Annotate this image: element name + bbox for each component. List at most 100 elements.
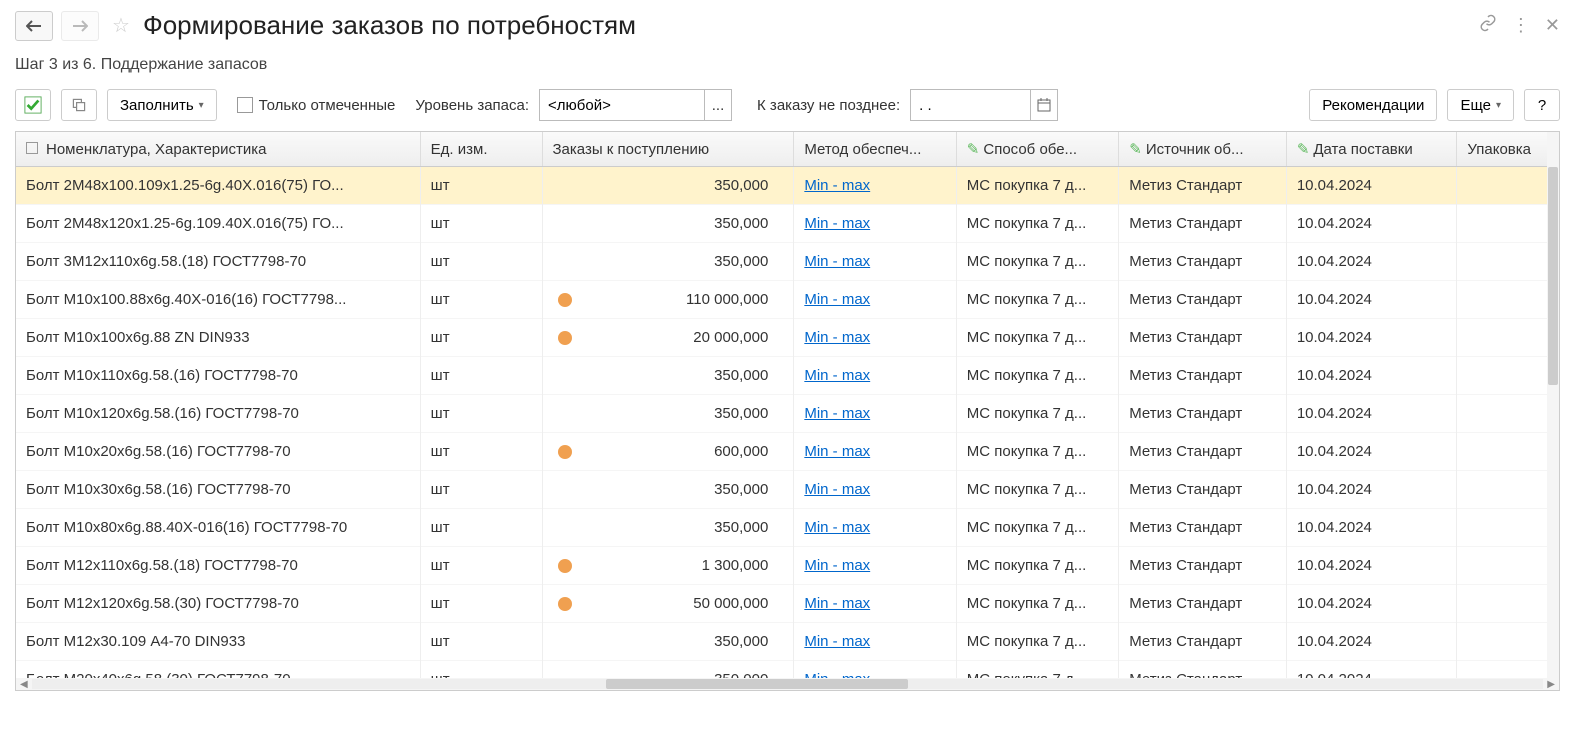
col-source[interactable]: ✎Источник об... <box>1119 132 1287 167</box>
scrollbar-thumb[interactable] <box>606 679 908 689</box>
table-row[interactable]: Болт М10х110х6g.58.(16) ГОСТ7798-70 шт 3… <box>16 357 1559 395</box>
order-date-input[interactable] <box>910 89 1030 121</box>
fill-button[interactable]: Заполнить ▾ <box>107 89 217 121</box>
stock-level-input[interactable] <box>539 89 704 121</box>
cell-nomenclature: Болт М12х120х6g.58.(30) ГОСТ7798-70 <box>16 585 420 623</box>
help-button[interactable]: ? <box>1524 89 1560 121</box>
cell-nomenclature: Болт М10х20х6g.58.(16) ГОСТ7798-70 <box>16 433 420 471</box>
cell-nomenclature: Болт М12х30.109 А4-70 DIN933 <box>16 623 420 661</box>
scroll-right-icon[interactable]: ▶ <box>1543 679 1559 690</box>
vertical-scrollbar[interactable] <box>1547 132 1559 678</box>
method-link[interactable]: Min - max <box>804 367 870 384</box>
method-link[interactable]: Min - max <box>804 595 870 612</box>
cell-supply: МС покупка 7 д... <box>956 585 1118 623</box>
nav-forward-button[interactable] <box>61 11 99 41</box>
cell-method: Min - max <box>794 357 956 395</box>
method-link[interactable]: Min - max <box>804 177 870 194</box>
table-row[interactable]: Болт 2М48х120х1.25-6g.109.40Х.016(75) ГО… <box>16 205 1559 243</box>
cell-unit: шт <box>420 205 542 243</box>
cell-packaging <box>1457 395 1559 433</box>
col-packaging[interactable]: Упаковка <box>1457 132 1559 167</box>
table-row[interactable]: Болт М10х100х6g.88 ZN DIN933 шт 20 000,0… <box>16 319 1559 357</box>
qty-value: 350,000 <box>714 405 768 422</box>
cell-date: 10.04.2024 <box>1286 547 1457 585</box>
qty-value: 350,000 <box>714 253 768 270</box>
scrollbar-thumb[interactable] <box>1548 167 1558 385</box>
cell-quantity: 20 000,000 <box>542 319 794 357</box>
cell-unit: шт <box>420 623 542 661</box>
table-row[interactable]: Болт 3М12х110х6g.58.(18) ГОСТ7798-70 шт … <box>16 243 1559 281</box>
col-unit[interactable]: Ед. изм. <box>420 132 542 167</box>
link-icon[interactable] <box>1479 14 1497 37</box>
only-checked-checkbox[interactable] <box>237 97 253 113</box>
cell-unit: шт <box>420 167 542 205</box>
cell-quantity: 350,000 <box>542 167 794 205</box>
cell-quantity: 110 000,000 <box>542 281 794 319</box>
order-date-calendar-button[interactable] <box>1030 89 1058 121</box>
horizontal-scrollbar[interactable]: ◀ ▶ <box>16 678 1559 690</box>
col-supply[interactable]: ✎Способ обе... <box>956 132 1118 167</box>
cell-quantity: 350,000 <box>542 395 794 433</box>
method-link[interactable]: Min - max <box>804 291 870 308</box>
table-row[interactable]: Болт М10х20х6g.58.(16) ГОСТ7798-70 шт 60… <box>16 433 1559 471</box>
method-link[interactable]: Min - max <box>804 215 870 232</box>
qty-value: 350,000 <box>714 481 768 498</box>
close-icon[interactable]: ✕ <box>1545 15 1560 36</box>
cell-supply: МС покупка 7 д... <box>956 547 1118 585</box>
qty-value: 110 000,000 <box>686 291 768 308</box>
copy-button[interactable] <box>61 89 97 121</box>
cell-date: 10.04.2024 <box>1286 319 1457 357</box>
check-all-button[interactable] <box>15 89 51 121</box>
method-link[interactable]: Min - max <box>804 405 870 422</box>
stock-level-more-button[interactable]: ... <box>704 89 732 121</box>
cell-supply: МС покупка 7 д... <box>956 357 1118 395</box>
status-dot-icon <box>558 293 572 307</box>
cell-packaging <box>1457 433 1559 471</box>
nav-back-button[interactable] <box>15 11 53 41</box>
qty-value: 1 300,000 <box>702 557 769 574</box>
cell-date: 10.04.2024 <box>1286 509 1457 547</box>
cell-source: Метиз Стандарт <box>1119 623 1287 661</box>
cell-method: Min - max <box>794 281 956 319</box>
only-checked-label: Только отмеченные <box>259 97 396 114</box>
col-date[interactable]: ✎Дата поставки <box>1286 132 1457 167</box>
method-link[interactable]: Min - max <box>804 443 870 460</box>
tree-toggle-icon[interactable] <box>26 142 38 154</box>
kebab-menu-icon[interactable]: ⋮ <box>1512 15 1530 36</box>
more-button[interactable]: Еще ▾ <box>1447 89 1514 121</box>
table-row[interactable]: Болт М10х100.88х6g.40Х-016(16) ГОСТ7798.… <box>16 281 1559 319</box>
table-row[interactable]: Болт М10х120х6g.58.(16) ГОСТ7798-70 шт 3… <box>16 395 1559 433</box>
cell-unit: шт <box>420 319 542 357</box>
status-dot-icon <box>558 445 572 459</box>
col-nomenclature[interactable]: Номенклатура, Характеристика <box>16 132 420 167</box>
qty-value: 600,000 <box>714 443 768 460</box>
table-row[interactable]: Болт М12х120х6g.58.(30) ГОСТ7798-70 шт 5… <box>16 585 1559 623</box>
col-method[interactable]: Метод обеспеч... <box>794 132 956 167</box>
favorite-star-icon[interactable]: ☆ <box>112 13 130 38</box>
cell-source: Метиз Стандарт <box>1119 509 1287 547</box>
step-indicator: Шаг 3 из 6. Поддержание запасов <box>0 51 1575 79</box>
table-row[interactable]: Болт М12х30.109 А4-70 DIN933 шт 350,000 … <box>16 623 1559 661</box>
cell-nomenclature: Болт М10х30х6g.58.(16) ГОСТ7798-70 <box>16 471 420 509</box>
table-row[interactable]: Болт М10х80х6g.88.40Х-016(16) ГОСТ7798-7… <box>16 509 1559 547</box>
cell-supply: МС покупка 7 д... <box>956 623 1118 661</box>
method-link[interactable]: Min - max <box>804 481 870 498</box>
scrollbar-track[interactable] <box>32 679 1544 689</box>
table-row[interactable]: Болт 2М48х100.109х1.25-6g.40Х.016(75) ГО… <box>16 167 1559 205</box>
recommendations-button[interactable]: Рекомендации <box>1309 89 1437 121</box>
method-link[interactable]: Min - max <box>804 329 870 346</box>
table-row[interactable]: Болт М12х110х6g.58.(18) ГОСТ7798-70 шт 1… <box>16 547 1559 585</box>
method-link[interactable]: Min - max <box>804 557 870 574</box>
method-link[interactable]: Min - max <box>804 253 870 270</box>
col-orders[interactable]: Заказы к поступлению <box>542 132 794 167</box>
cell-method: Min - max <box>794 547 956 585</box>
cell-nomenclature: Болт М10х120х6g.58.(16) ГОСТ7798-70 <box>16 395 420 433</box>
qty-value: 350,000 <box>714 367 768 384</box>
method-link[interactable]: Min - max <box>804 519 870 536</box>
qty-value: 350,000 <box>714 519 768 536</box>
order-date-label: К заказу не позднее: <box>757 97 900 114</box>
scroll-left-icon[interactable]: ◀ <box>16 679 32 690</box>
cell-packaging <box>1457 547 1559 585</box>
method-link[interactable]: Min - max <box>804 633 870 650</box>
table-row[interactable]: Болт М10х30х6g.58.(16) ГОСТ7798-70 шт 35… <box>16 471 1559 509</box>
